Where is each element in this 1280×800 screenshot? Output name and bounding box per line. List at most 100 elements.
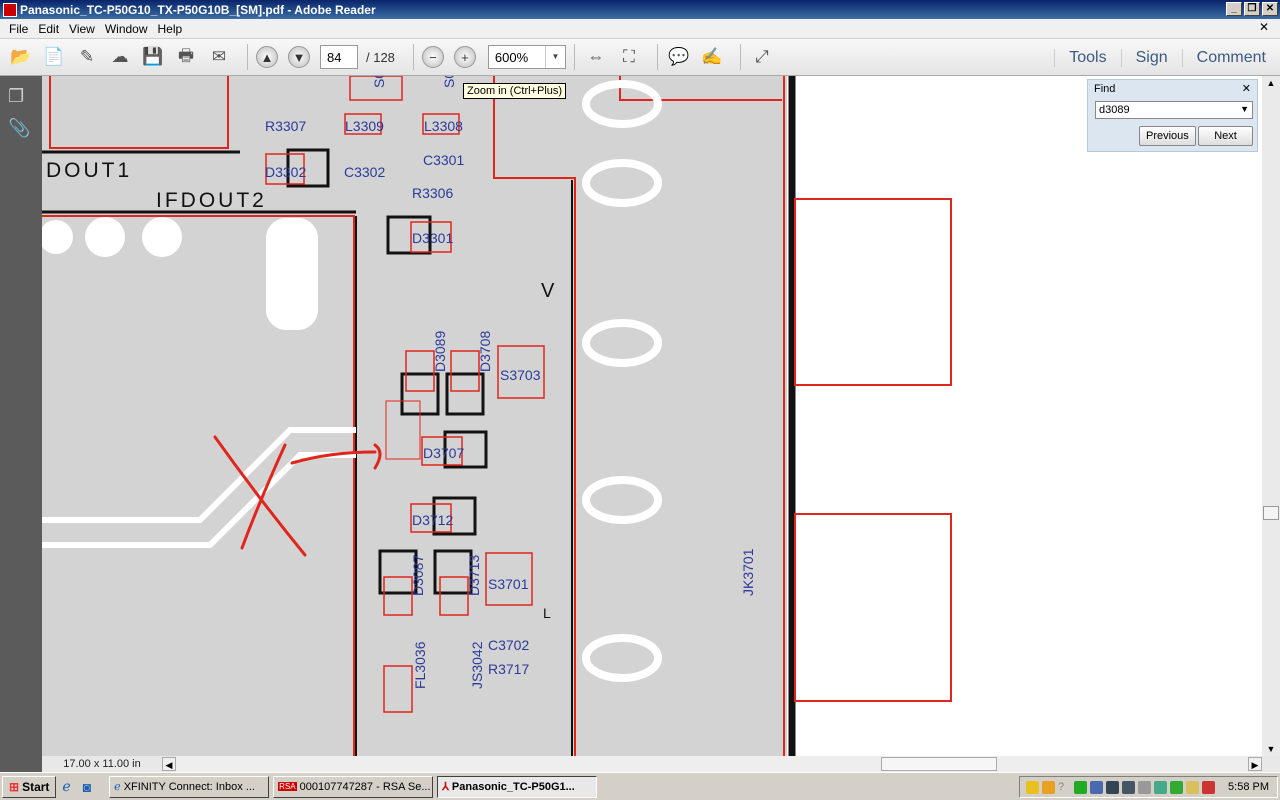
pcb-label: C3302: [344, 164, 385, 180]
previous-page-button[interactable]: ▲: [256, 46, 278, 68]
find-next-button[interactable]: Next: [1198, 126, 1253, 146]
pcb-label: L3308: [424, 118, 463, 134]
find-panel: Find ✕ d3089 ▼ Previous Next: [1087, 79, 1258, 152]
tools-button[interactable]: Tools: [1054, 49, 1120, 67]
ie-icon: ℯ: [114, 781, 121, 793]
tooltip: Zoom in (Ctrl+Plus): [463, 83, 567, 99]
vertical-scrollbar[interactable]: ▲ ▼: [1262, 76, 1280, 756]
zoom-in-button[interactable]: +: [453, 46, 476, 68]
scrollbar-thumb[interactable]: [1263, 506, 1279, 520]
menu-window[interactable]: Window: [100, 22, 153, 36]
page-size: 17.00 x 11.00 in: [63, 758, 141, 770]
cloud-upload-icon[interactable]: ☁: [107, 44, 133, 70]
scrollbar-thumb[interactable]: [881, 757, 997, 771]
attachments-icon[interactable]: 📎: [8, 118, 30, 140]
sync-icon[interactable]: [1154, 780, 1168, 794]
taskbar-item-xfinity[interactable]: ℯ XFINITY Connect: Inbox ...: [109, 775, 270, 798]
lock-icon[interactable]: [1026, 780, 1040, 794]
email-icon[interactable]: ✉: [206, 44, 232, 70]
pcb-label: C3702: [488, 637, 529, 653]
zoom-out-button[interactable]: −: [421, 46, 444, 68]
taskbar: ⊞ Start ℯ ◙ ℯ XFINITY Connect: Inbox ... R…: [0, 772, 1280, 800]
menu-help[interactable]: Help: [153, 22, 188, 36]
pcb-label: DOUT1: [46, 159, 132, 182]
pcb-label: L: [543, 605, 554, 621]
task-label: 000107747287 - RSA Se...: [299, 780, 431, 793]
divider: [573, 44, 575, 70]
comment-icon[interactable]: 💬: [666, 44, 692, 70]
menu-view[interactable]: View: [64, 22, 100, 36]
comment-button[interactable]: Comment: [1181, 49, 1280, 67]
pcb-label: V: [541, 280, 557, 302]
fit-width-icon[interactable]: ⇔: [583, 44, 609, 70]
close-button[interactable]: ✕: [1262, 2, 1278, 16]
menu-bar: File Edit View Window Help ✕: [0, 19, 1280, 38]
network-disconnected-icon[interactable]: [1106, 780, 1120, 794]
pcb-label: D3708: [477, 331, 493, 372]
print-icon[interactable]: 🖶: [173, 44, 199, 70]
close-find-icon[interactable]: ✕: [1242, 82, 1251, 95]
app-icon[interactable]: [1170, 780, 1184, 794]
zoom-value: 600%: [494, 50, 529, 65]
edit-icon[interactable]: ✎: [74, 44, 100, 70]
highlight-icon[interactable]: ✍: [699, 44, 725, 70]
scroll-right-icon[interactable]: ▶: [1248, 757, 1262, 771]
pcb-label: S3703: [500, 367, 541, 383]
sign-button[interactable]: Sign: [1120, 49, 1182, 67]
task-label: XFINITY Connect: Inbox ...: [123, 780, 255, 793]
pcb-label: C3301: [423, 152, 464, 168]
divider: [412, 44, 414, 70]
pcb-label: D3712: [412, 512, 453, 528]
status-bar: 17.00 x 11.00 in ◀ ▶: [42, 756, 1280, 772]
pcb-label: S0: [441, 76, 457, 88]
chevron-down-icon[interactable]: ▼: [1240, 104, 1249, 114]
page-number-input[interactable]: 84: [320, 45, 358, 69]
quick-launch-icon[interactable]: ◙: [83, 779, 91, 795]
divider: [739, 44, 741, 70]
update-icon[interactable]: [1042, 780, 1056, 794]
save-icon[interactable]: 💾: [140, 44, 166, 70]
chevron-down-icon[interactable]: ▼: [544, 46, 565, 68]
taskbar-item-rsa[interactable]: RSA 000107747287 - RSA Se...: [273, 775, 434, 798]
page-total: / 128: [366, 49, 395, 65]
pcb-label: S3701: [488, 576, 529, 592]
find-input[interactable]: d3089 ▼: [1095, 101, 1253, 119]
pages-icon[interactable]: ❐: [8, 86, 30, 108]
find-previous-button[interactable]: Previous: [1139, 126, 1196, 146]
blocked-icon[interactable]: [1138, 780, 1152, 794]
close-document-icon[interactable]: ✕: [1254, 20, 1274, 34]
find-label: Find: [1094, 83, 1116, 95]
menu-edit[interactable]: Edit: [33, 22, 64, 36]
restore-button[interactable]: ❐: [1244, 2, 1260, 16]
next-page-button[interactable]: ▼: [288, 46, 310, 68]
taskbar-item-adobe[interactable]: ⅄ Panasonic_TC-P50G1...: [437, 775, 598, 798]
zoom-select[interactable]: 600% ▼: [487, 45, 566, 69]
minimize-button[interactable]: _: [1226, 2, 1242, 16]
internet-explorer-icon[interactable]: ℯ: [62, 778, 70, 795]
scroll-up-icon[interactable]: ▲: [1264, 76, 1278, 90]
wireless-icon[interactable]: [1122, 780, 1136, 794]
open-icon[interactable]: 📂: [8, 44, 34, 70]
create-pdf-icon[interactable]: 📄: [41, 44, 67, 70]
scroll-down-icon[interactable]: ▼: [1264, 742, 1278, 756]
help-icon[interactable]: ?: [1058, 781, 1071, 794]
display-icon[interactable]: [1090, 780, 1104, 794]
start-button[interactable]: ⊞ Start: [2, 775, 57, 798]
scroll-left-icon[interactable]: ◀: [162, 757, 176, 771]
document-view[interactable]: S0 S0 R3307 L3309 L3308 D3302 C3302 C330…: [42, 76, 1262, 756]
pcb-label: R3306: [412, 185, 453, 201]
menu-file[interactable]: File: [4, 22, 33, 36]
network-icon[interactable]: [1202, 780, 1216, 794]
fit-page-icon[interactable]: ⛶: [616, 44, 642, 70]
horizontal-scrollbar[interactable]: [176, 756, 1248, 772]
pcb-label: L3309: [345, 118, 384, 134]
security-icon[interactable]: [1186, 780, 1200, 794]
pcb-label: D3089: [432, 331, 448, 372]
signal-icon[interactable]: [1074, 780, 1088, 794]
divider: [656, 44, 658, 70]
full-screen-icon[interactable]: ⤢: [749, 44, 775, 70]
pcb-label: IFDOUT2: [156, 189, 267, 212]
toolbar: 📂 📄 ✎ ☁ 💾 🖶 ✉ ▲ ▼ 84 / 128 − + 600% ▼ ⇔ ⛶…: [0, 38, 1280, 76]
pdf-icon: [3, 2, 17, 17]
system-tray: ? 5:58 PM: [1019, 776, 1278, 798]
